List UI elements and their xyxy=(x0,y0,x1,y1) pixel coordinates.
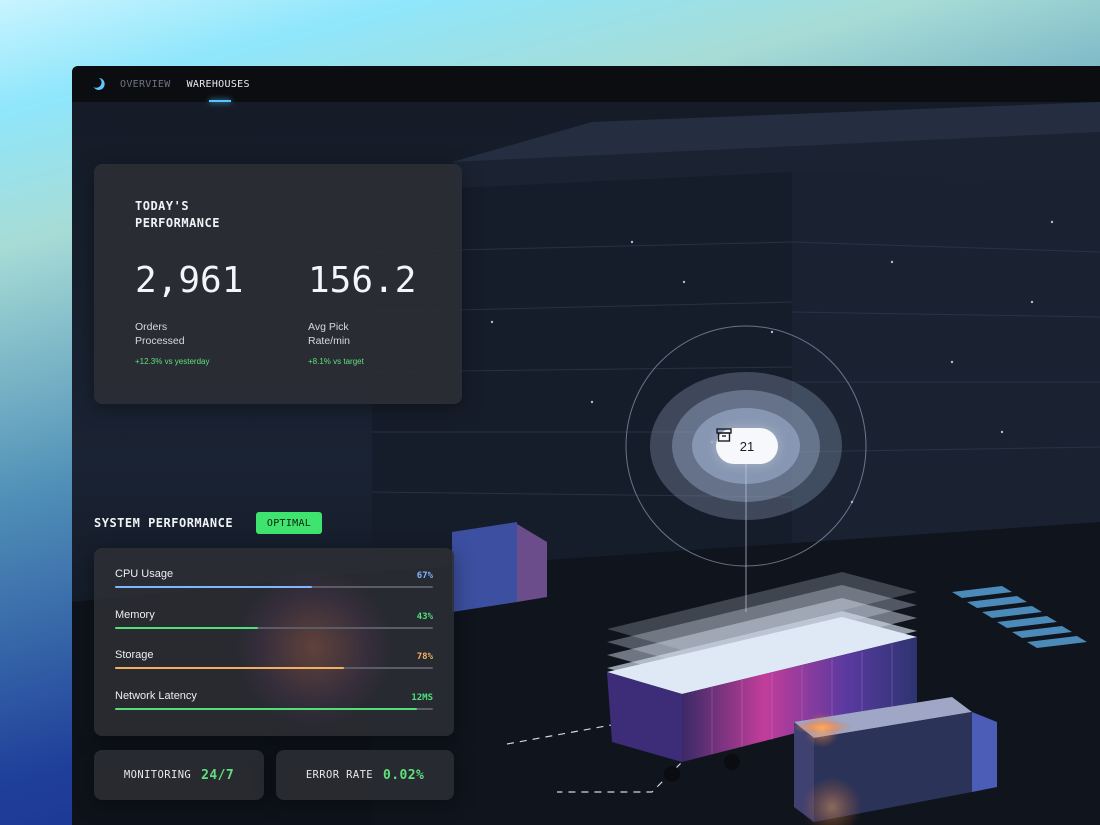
app-window: OVERVIEW WAREHOUSES 21 TODAY'S PERFORMAN… xyxy=(72,66,1100,825)
status-badge: OPTIMAL xyxy=(256,512,322,534)
progress-track xyxy=(115,586,433,588)
system-performance-title: SYSTEM PERFORMANCE xyxy=(94,516,234,530)
progress-fill xyxy=(115,667,344,669)
app-logo-icon xyxy=(93,78,105,90)
metric-row-memory: Memory 43% xyxy=(115,609,433,649)
metric-name: Memory xyxy=(115,609,155,621)
progress-track xyxy=(115,708,433,710)
progress-fill xyxy=(115,708,418,710)
performance-title: TODAY'S PERFORMANCE xyxy=(135,199,220,230)
system-performance-card: CPU Usage 67% Memory 43% Storage 78% Net… xyxy=(94,548,454,736)
progress-fill xyxy=(115,586,313,588)
monitoring-value: 24/7 xyxy=(201,767,235,783)
progress-track xyxy=(115,667,433,669)
progress-track xyxy=(115,627,433,629)
metric-name: Storage xyxy=(115,649,154,661)
orders-processed-label: Orders Processed xyxy=(135,321,185,347)
orders-processed-value: 2,961 xyxy=(135,260,244,301)
warehouse-scene: 21 TODAY'S PERFORMANCE 2,961 Orders Proc… xyxy=(72,102,1100,825)
metric-row-storage: Storage 78% xyxy=(115,649,433,689)
todays-performance-card: TODAY'S PERFORMANCE 2,961 Orders Process… xyxy=(94,164,462,404)
metric-row-network-latency: Network Latency 12MS xyxy=(115,690,433,730)
marker-count: 21 xyxy=(739,438,755,454)
monitoring-card: MONITORING 24/7 xyxy=(94,750,264,800)
archive-box-icon xyxy=(716,428,732,442)
error-rate-value: 0.02% xyxy=(383,767,425,783)
orders-processed-delta: +12.3% vs yesterday xyxy=(135,357,210,366)
tab-warehouses[interactable]: WAREHOUSES xyxy=(187,66,250,102)
error-rate-label: ERROR RATE xyxy=(305,769,374,781)
tab-overview[interactable]: OVERVIEW xyxy=(120,66,171,102)
metric-value: 12MS xyxy=(411,693,433,703)
avg-pick-rate-label: Avg Pick Rate/min xyxy=(308,321,351,347)
metric-value: 67% xyxy=(416,571,433,581)
metric-value: 43% xyxy=(416,612,433,622)
avg-pick-rate-delta: +8.1% vs target xyxy=(308,357,364,366)
metric-name: CPU Usage xyxy=(115,568,174,580)
metric-name: Network Latency xyxy=(115,690,197,702)
top-nav-bar: OVERVIEW WAREHOUSES xyxy=(72,66,1100,102)
progress-fill xyxy=(115,627,259,629)
inventory-marker[interactable]: 21 xyxy=(716,428,778,464)
metric-row-cpu: CPU Usage 67% xyxy=(115,568,433,608)
metric-value: 78% xyxy=(416,652,433,662)
error-rate-card: ERROR RATE 0.02% xyxy=(276,750,454,800)
avg-pick-rate-value: 156.2 xyxy=(308,260,417,301)
monitoring-label: MONITORING xyxy=(123,769,192,781)
